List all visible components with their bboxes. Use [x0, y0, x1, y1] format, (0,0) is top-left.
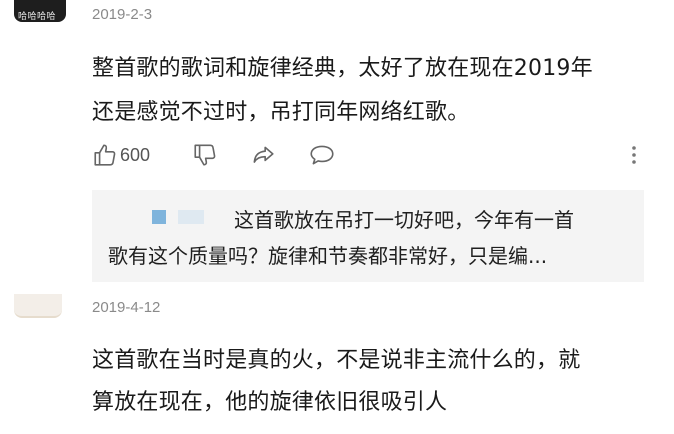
comment-button[interactable] [308, 142, 336, 168]
thumbs-down-icon [194, 144, 216, 166]
like-button[interactable]: 600 [92, 142, 150, 168]
comment-text-line: 算放在现在，他的旋律依旧很吸引人 [92, 390, 448, 415]
avatar[interactable]: 哈哈哈哈 [14, 0, 66, 22]
share-button[interactable] [250, 142, 276, 168]
reply-text-line: 这首歌放在吊打一切好吧，今年有一首 [234, 208, 574, 232]
avatar[interactable] [14, 294, 62, 318]
comment-date: 2019-4-12 [92, 299, 161, 316]
more-vertical-icon [632, 146, 636, 164]
more-button[interactable] [630, 142, 638, 168]
comment-text-line: 还是感觉不过时，吊打同年网络红歌。 [92, 100, 470, 125]
reply-author-blurred [152, 210, 214, 226]
comment-bubble-icon [310, 145, 334, 165]
dislike-button[interactable] [192, 142, 218, 168]
avatar-label: 哈哈哈哈 [18, 12, 57, 22]
share-icon [253, 146, 274, 163]
reply-text-line: 歌有这个质量吗？旋律和节奏都非常好，只是编... [108, 244, 548, 268]
thumbs-up-icon [94, 144, 116, 166]
comment-text-line: 整首歌的歌词和旋律经典，太好了放在现在2019年 [92, 56, 593, 81]
comment-action-bar: 600 [92, 142, 652, 168]
comment-date: 2019-2-3 [92, 6, 153, 23]
reply-preview[interactable]: 这首歌放在吊打一切好吧，今年有一首 歌有这个质量吗？旋律和节奏都非常好，只是编.… [92, 190, 644, 282]
comment-text-line: 这首歌在当时是真的火，不是说非主流什么的，就 [92, 348, 581, 373]
like-count: 600 [120, 144, 151, 165]
